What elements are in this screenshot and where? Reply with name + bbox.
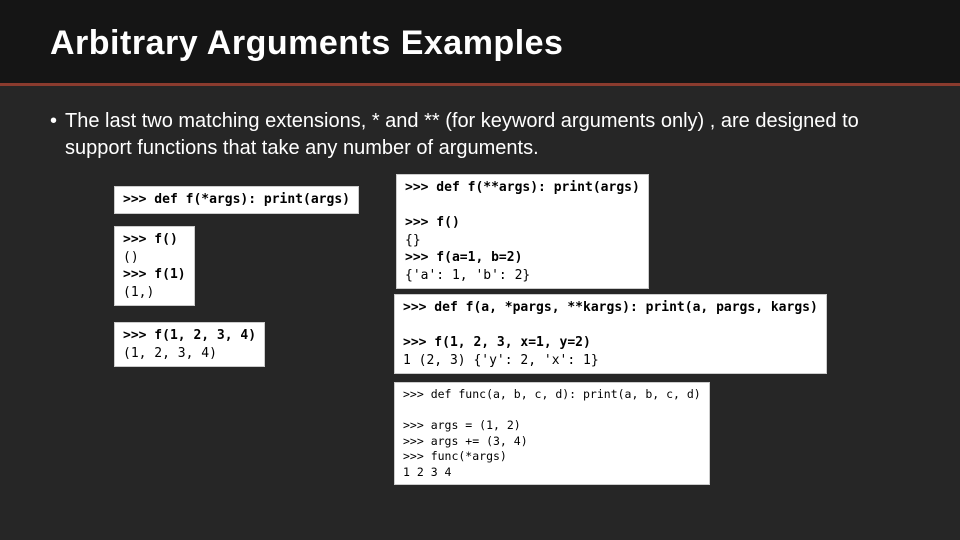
content-area: • The last two matching extensions, * an… [0, 86, 960, 494]
code-line: 1 2 3 4 [403, 465, 451, 479]
bullet-dot-icon: • [50, 108, 57, 162]
code-line: >>> f() [123, 232, 178, 247]
code-line: >>> f(1) [123, 267, 186, 282]
code-line: >>> func(*args) [403, 449, 507, 463]
code-line: >>> def func(a, b, c, d): print(a, b, c,… [403, 387, 701, 401]
code-line: (1, 2, 3, 4) [123, 346, 217, 361]
bullet-text: The last two matching extensions, * and … [65, 108, 870, 162]
code-snippet-args-calls: >>> f() () >>> f(1) (1,) [114, 226, 195, 306]
code-line: {} [405, 233, 421, 248]
code-line: >>> f(1, 2, 3, x=1, y=2) [403, 335, 591, 350]
code-line: {'a': 1, 'b': 2} [405, 268, 530, 283]
code-line: >>> f(1, 2, 3, 4) [123, 328, 256, 343]
code-snippet-args-multi: >>> f(1, 2, 3, 4) (1, 2, 3, 4) [114, 322, 265, 367]
code-line: (1,) [123, 285, 154, 300]
code-line: >>> f() [405, 215, 460, 230]
code-snippet-unpack: >>> def func(a, b, c, d): print(a, b, c,… [394, 382, 710, 485]
code-line: () [123, 250, 139, 265]
code-line: >>> f(a=1, b=2) [405, 250, 522, 265]
slide-title: Arbitrary Arguments Examples [50, 24, 910, 63]
title-bar: Arbitrary Arguments Examples [0, 0, 960, 86]
code-region: >>> def f(*args): print(args) >>> f() ()… [50, 174, 910, 494]
code-line: >>> def f(a, *pargs, **kargs): print(a, … [403, 300, 818, 315]
code-snippet-args-def: >>> def f(*args): print(args) [114, 186, 359, 214]
code-line: >>> args = (1, 2) [403, 418, 521, 432]
code-line: >>> def f(*args): print(args) [123, 192, 350, 207]
code-line: >>> def f(**args): print(args) [405, 180, 640, 195]
code-line: >>> args += (3, 4) [403, 434, 528, 448]
code-line: 1 (2, 3) {'y': 2, 'x': 1} [403, 353, 599, 368]
code-snippet-kwargs: >>> def f(**args): print(args) >>> f() {… [396, 174, 649, 289]
code-snippet-mixed: >>> def f(a, *pargs, **kargs): print(a, … [394, 294, 827, 374]
bullet-item: • The last two matching extensions, * an… [50, 108, 870, 162]
